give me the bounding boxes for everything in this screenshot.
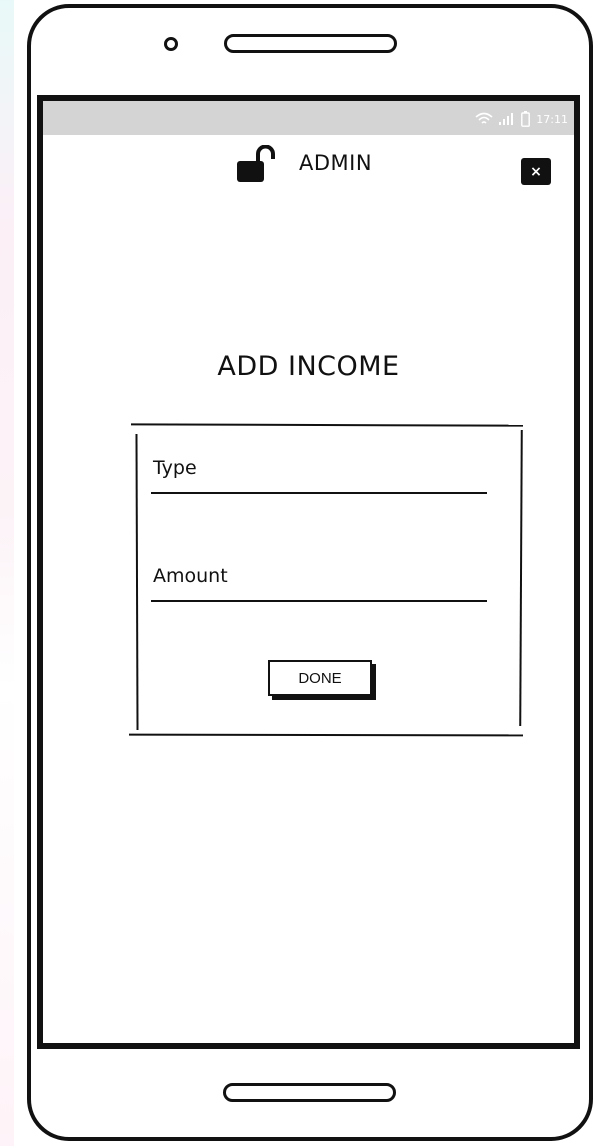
- battery-icon: [521, 111, 531, 127]
- camera-icon: [164, 37, 178, 51]
- form-border-left: [135, 433, 139, 731]
- type-field[interactable]: [151, 492, 487, 494]
- done-button[interactable]: DONE: [268, 660, 372, 696]
- type-field-label: Type: [153, 457, 197, 479]
- status-icons: 17:11: [475, 111, 568, 127]
- status-bar: 17:11: [43, 101, 574, 135]
- form-border-right: [519, 429, 523, 727]
- amount-field-label: Amount: [153, 565, 228, 587]
- page-title: ADD INCOME: [217, 351, 400, 382]
- amount-field[interactable]: [151, 600, 487, 602]
- header-title: ADMIN: [299, 151, 373, 175]
- home-button[interactable]: [223, 1083, 396, 1102]
- wifi-icon: [475, 112, 493, 126]
- wireframe-canvas: 17:11 ADMIN × ADD INCOME Type Amount DON…: [0, 0, 602, 1146]
- status-time: 17:11: [536, 112, 568, 126]
- phone-screen: 17:11 ADMIN × ADD INCOME Type Amount DON…: [37, 95, 580, 1049]
- signal-icon: [499, 113, 515, 125]
- form-border-bottom: [128, 733, 524, 737]
- unlocked-lock-icon[interactable]: [236, 144, 278, 185]
- decorative-strip: [0, 0, 14, 1146]
- speaker-slot: [224, 34, 397, 53]
- close-button[interactable]: ×: [521, 158, 551, 185]
- app-header: ADMIN ×: [43, 135, 574, 205]
- form-border-top: [130, 423, 524, 427]
